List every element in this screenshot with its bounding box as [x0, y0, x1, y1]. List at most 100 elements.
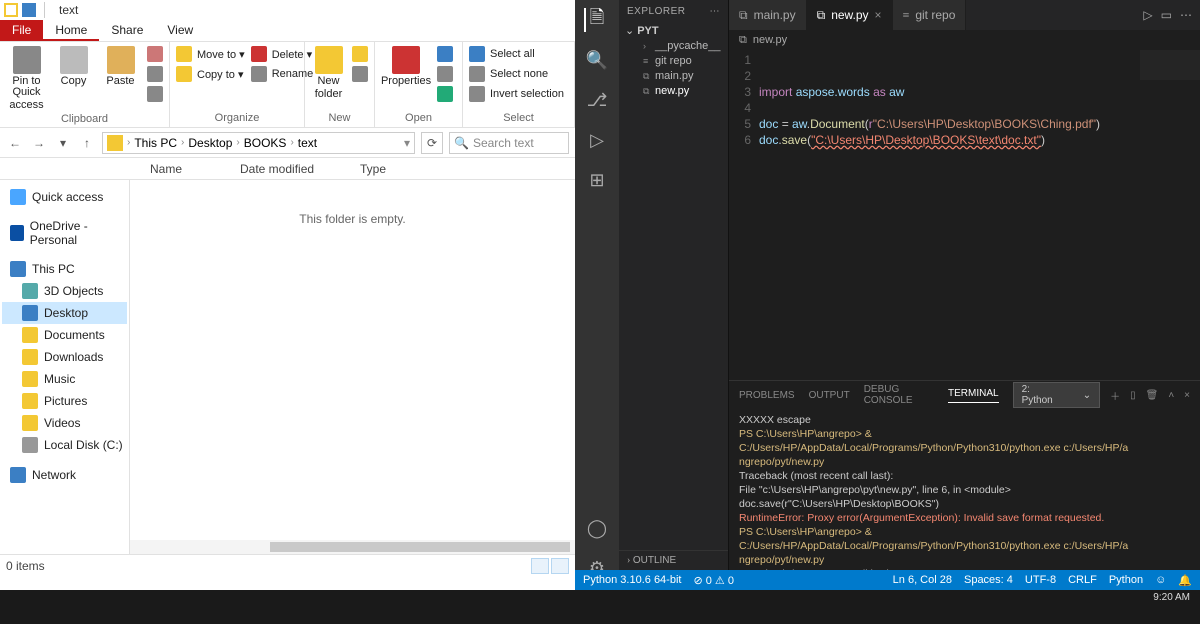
new-item-button[interactable]	[352, 46, 368, 62]
tab-view[interactable]: View	[155, 20, 205, 41]
paste-button[interactable]: Paste	[100, 46, 141, 87]
split-editor-icon[interactable]: ▭	[1161, 8, 1172, 22]
explorer-icon[interactable]: 🗎	[584, 8, 608, 32]
easy-access-button[interactable]	[352, 66, 368, 82]
status-notifications-icon[interactable]: 🔔	[1178, 574, 1192, 587]
edit-button[interactable]	[437, 66, 453, 82]
ribbon-tabs: File Home Share View	[0, 20, 575, 42]
nav-local-disk[interactable]: Local Disk (C:)	[2, 434, 127, 456]
nav-network[interactable]: Network	[2, 464, 127, 486]
status-python-version[interactable]: Python 3.10.6 64-bit	[583, 574, 681, 586]
nav-quick-access[interactable]: Quick access	[2, 186, 127, 208]
refresh-button[interactable]: ⟳	[421, 132, 443, 154]
status-problems[interactable]: ⊘ 0 ⚠ 0	[693, 574, 733, 587]
invert-selection-button[interactable]: Invert selection	[469, 86, 564, 102]
run-button[interactable]: ▷	[1143, 8, 1152, 22]
horizontal-scrollbar[interactable]	[130, 540, 575, 554]
details-view-button[interactable]	[531, 558, 549, 574]
back-button[interactable]: ←	[6, 134, 24, 152]
accounts-icon[interactable]: ◯	[585, 516, 609, 540]
properties-button[interactable]: Properties	[381, 46, 431, 87]
column-name[interactable]: Name	[0, 162, 240, 176]
history-button[interactable]	[437, 86, 453, 102]
tab-file[interactable]: File	[0, 20, 43, 41]
panel-tab-terminal[interactable]: TERMINAL	[948, 388, 999, 403]
kill-terminal-icon[interactable]: 🗑	[1146, 390, 1159, 401]
tab-share[interactable]: Share	[99, 20, 155, 41]
copy-button[interactable]: Copy	[53, 46, 94, 87]
split-terminal-icon[interactable]: ▯	[1130, 390, 1136, 401]
source-control-icon[interactable]: ⎇	[585, 88, 609, 112]
status-language[interactable]: Python	[1109, 574, 1143, 587]
search-box[interactable]: 🔍Search text	[449, 132, 569, 154]
minimap[interactable]	[1140, 50, 1200, 80]
forward-button[interactable]: →	[30, 134, 48, 152]
terminal-output[interactable]: XXXXX escape PS C:\Users\HP\angrepo> & C…	[729, 409, 1200, 590]
file-list[interactable]: This folder is empty.	[130, 180, 575, 554]
new-folder-button[interactable]: Newfolder	[311, 46, 346, 100]
column-headers[interactable]: Name Date modified Type	[0, 158, 575, 180]
up-button[interactable]: ↑	[78, 134, 96, 152]
taskbar[interactable]: 9:20 AM	[0, 590, 1200, 624]
copy-path-button[interactable]	[147, 66, 163, 82]
address-bar[interactable]: ›This PC ›Desktop ›BOOKS ›text ▾	[102, 132, 415, 154]
move-to-button[interactable]: Move to ▾	[176, 46, 245, 62]
clock[interactable]: 9:20 AM	[1153, 592, 1190, 603]
maximize-panel-icon[interactable]: ˄	[1168, 390, 1174, 401]
new-terminal-icon[interactable]: ＋	[1110, 388, 1120, 403]
nav-onedrive[interactable]: OneDrive - Personal	[2, 216, 127, 250]
nav-downloads[interactable]: Downloads	[2, 346, 127, 368]
close-panel-icon[interactable]: ×	[1184, 390, 1190, 401]
terminal-selector[interactable]: 2: Python⌄	[1013, 382, 1101, 408]
tab-gitrepo[interactable]: ≡ git repo	[893, 0, 967, 30]
copy-to-button[interactable]: Copy to ▾	[176, 66, 245, 82]
nav-music[interactable]: Music	[2, 368, 127, 390]
nav-pictures[interactable]: Pictures	[2, 390, 127, 412]
panel-tab-problems[interactable]: PROBLEMS	[739, 390, 795, 401]
breadcrumbs[interactable]: ⧉ new.py	[729, 30, 1200, 50]
open-button[interactable]	[437, 46, 453, 62]
search-icon[interactable]: 🔍	[585, 48, 609, 72]
tab-home[interactable]: Home	[43, 20, 99, 41]
status-feedback-icon[interactable]: ☺	[1155, 574, 1166, 587]
tree-gitrepo[interactable]: ≡git repo	[643, 54, 722, 68]
close-icon[interactable]: ×	[875, 8, 882, 22]
status-encoding[interactable]: UTF-8	[1025, 574, 1056, 587]
select-all-button[interactable]: Select all	[469, 46, 564, 62]
more-actions-icon[interactable]: ⋯	[1180, 8, 1192, 22]
project-root[interactable]: ⌄PYT	[625, 24, 722, 37]
sidebar-more-icon[interactable]: ⋯	[710, 6, 721, 17]
recent-locations-button[interactable]: ▾	[54, 134, 72, 152]
group-label-new: New	[305, 110, 374, 127]
panel-tab-output[interactable]: OUTPUT	[809, 390, 850, 401]
nav-this-pc[interactable]: This PC	[2, 258, 127, 280]
panel-tab-debug[interactable]: DEBUG CONSOLE	[864, 384, 934, 406]
status-eol[interactable]: CRLF	[1068, 574, 1097, 587]
rename-button[interactable]: Rename	[251, 66, 314, 82]
tree-mainpy[interactable]: ⧉main.py	[643, 69, 722, 83]
tree-pycache[interactable]: ›__pycache__	[643, 39, 722, 53]
run-debug-icon[interactable]: ▷	[585, 128, 609, 152]
paste-shortcut-button[interactable]	[147, 86, 163, 102]
code-editor[interactable]: 123456 import aspose.words as aw doc = a…	[729, 50, 1200, 380]
nav-desktop[interactable]: Desktop	[2, 302, 127, 324]
nav-3d-objects[interactable]: 3D Objects	[2, 280, 127, 302]
pin-to-quick-access-button[interactable]: Pin to Quickaccess	[6, 46, 47, 111]
tab-mainpy[interactable]: ⧉ main.py	[729, 0, 807, 30]
delete-button[interactable]: Delete ▾	[251, 46, 314, 62]
tab-newpy[interactable]: ⧉ new.py×	[807, 0, 893, 30]
nav-documents[interactable]: Documents	[2, 324, 127, 346]
column-type[interactable]: Type	[360, 162, 440, 176]
save-icon[interactable]	[22, 3, 36, 17]
extensions-icon[interactable]: ⊞	[585, 168, 609, 192]
nav-videos[interactable]: Videos	[2, 412, 127, 434]
tree-newpy[interactable]: ⧉new.py	[643, 84, 722, 98]
outline-section[interactable]: › OUTLINE	[619, 550, 728, 570]
icons-view-button[interactable]	[551, 558, 569, 574]
code-content[interactable]: import aspose.words as aw doc = aw.Docum…	[759, 50, 1200, 380]
status-spaces[interactable]: Spaces: 4	[964, 574, 1013, 587]
select-none-button[interactable]: Select none	[469, 66, 564, 82]
column-date[interactable]: Date modified	[240, 162, 360, 176]
cut-button[interactable]	[147, 46, 163, 62]
status-cursor[interactable]: Ln 6, Col 28	[893, 574, 952, 587]
